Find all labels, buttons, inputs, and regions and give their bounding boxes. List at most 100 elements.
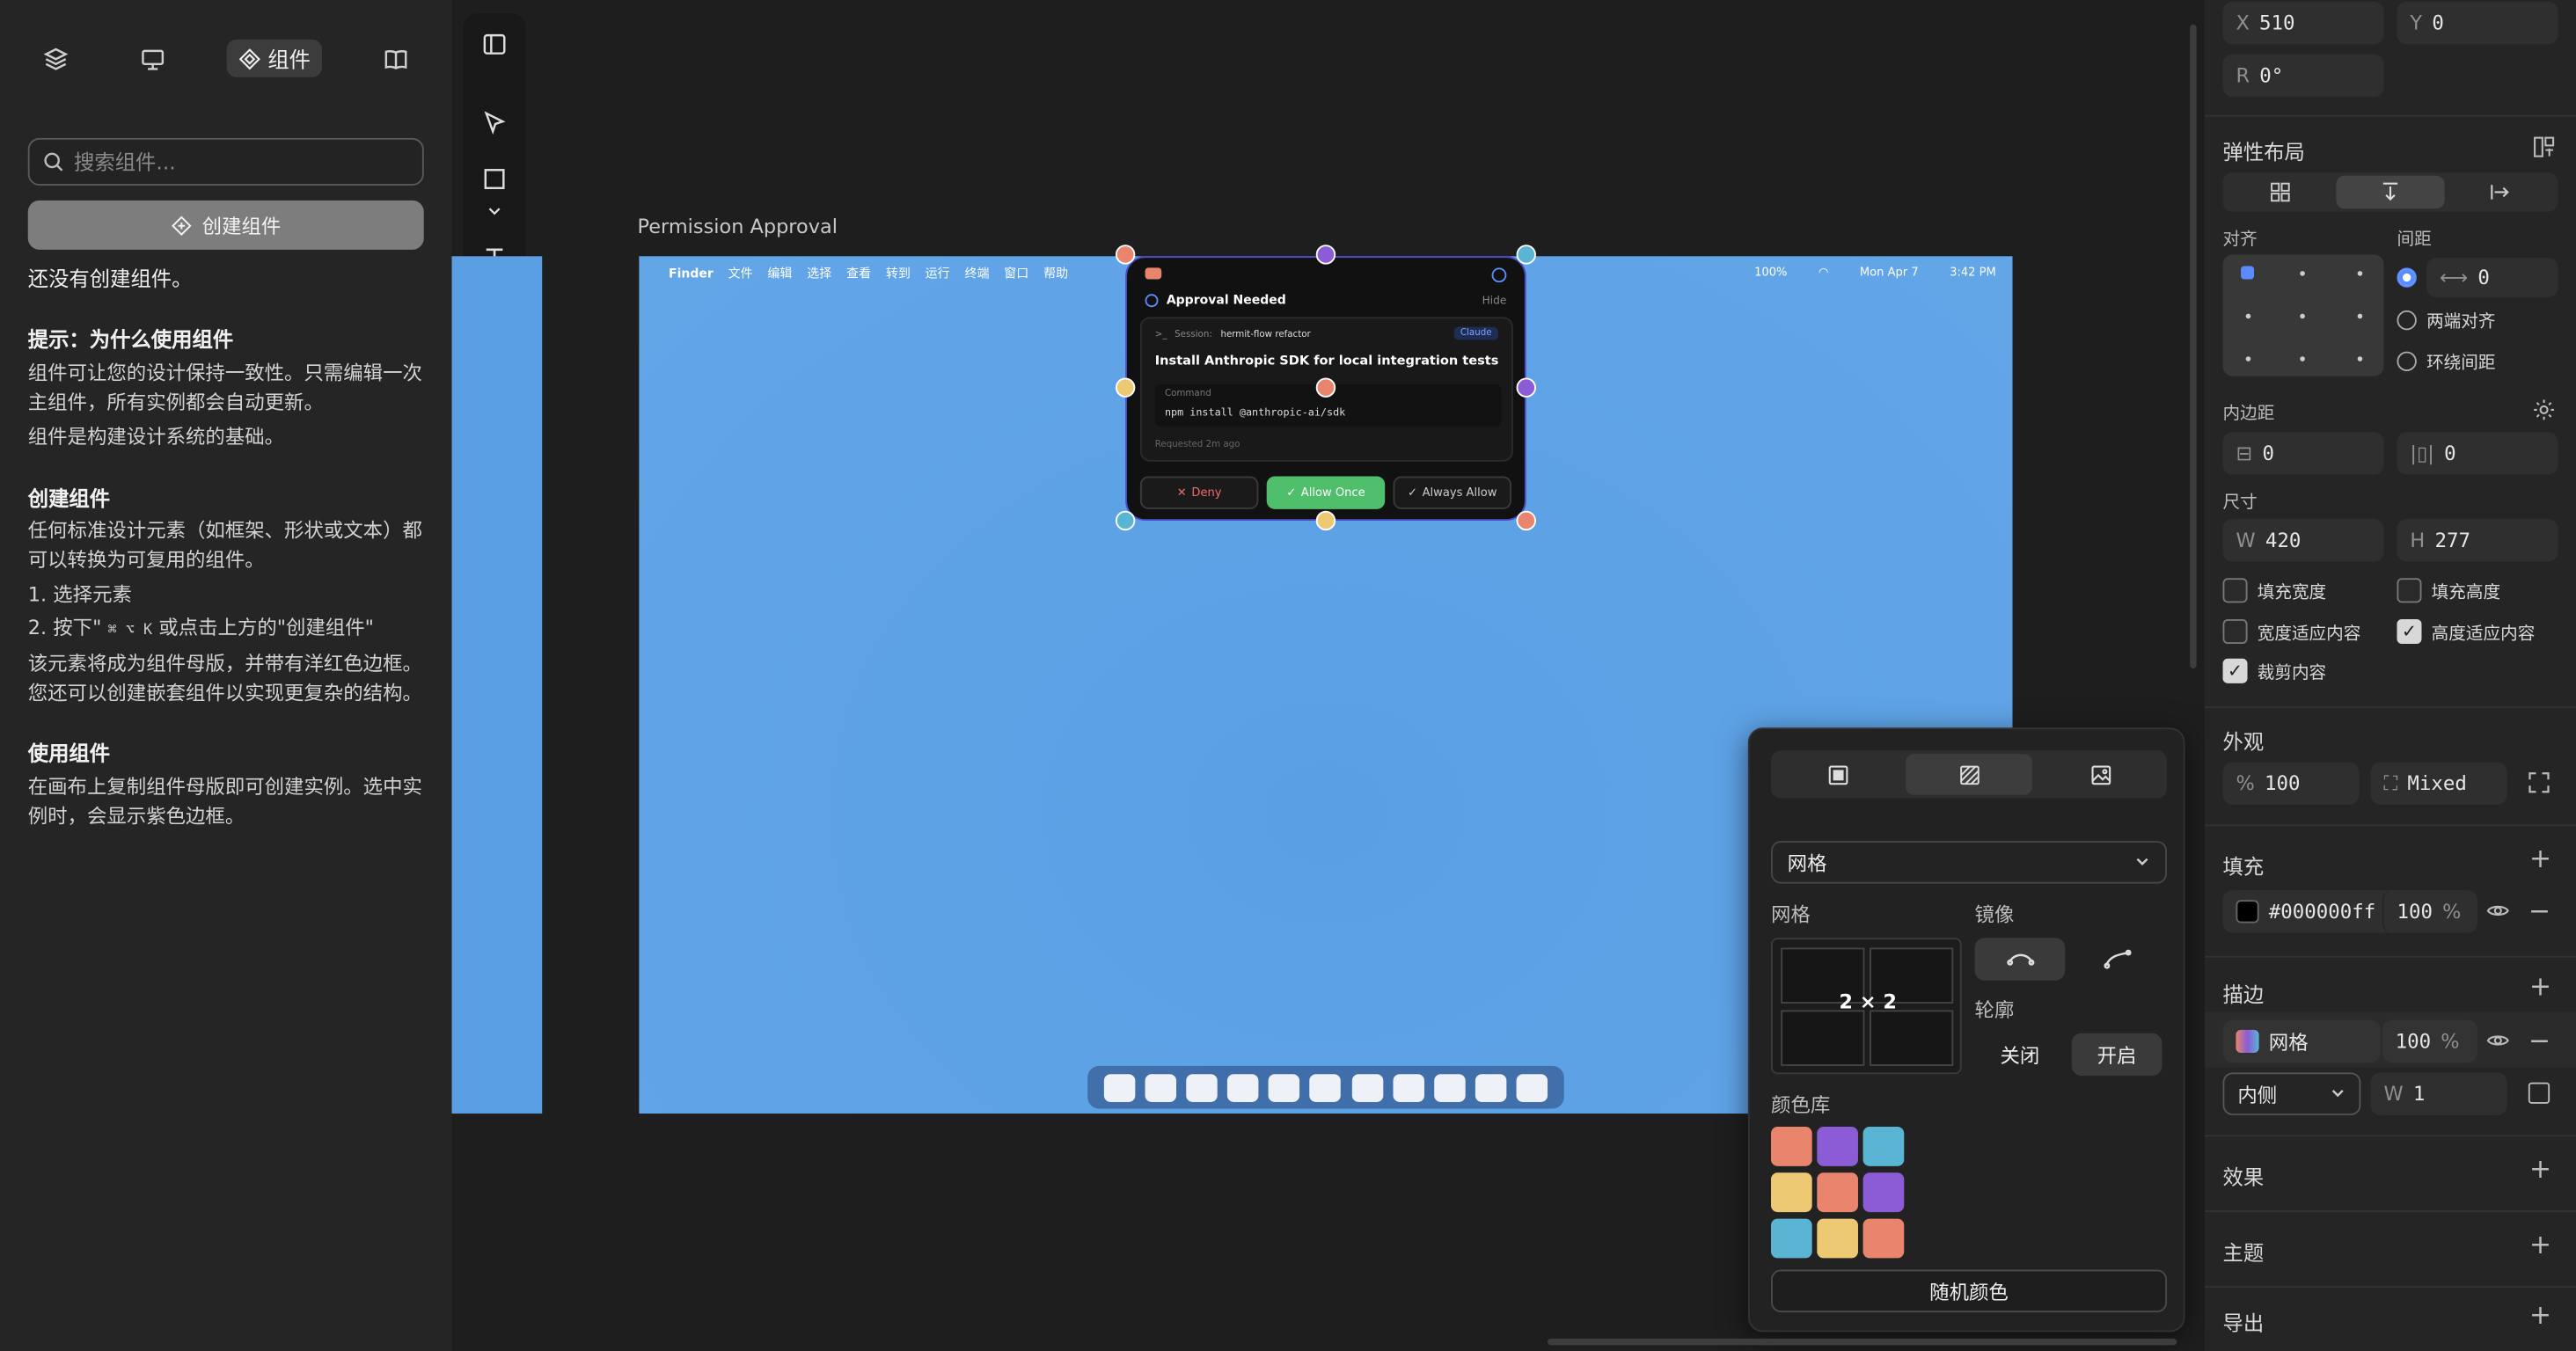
resize-handle-top-right[interactable] <box>1516 245 1536 265</box>
add-fill-icon[interactable]: + <box>2529 843 2551 873</box>
horizontal-direction-option[interactable] <box>2446 176 2554 208</box>
shape-menu-toggle[interactable] <box>472 201 517 223</box>
frame-label[interactable]: Permission Approval <box>638 215 838 238</box>
resize-handle-bottom[interactable] <box>1315 510 1336 531</box>
component-search[interactable] <box>27 137 424 186</box>
resize-handle-left[interactable] <box>1115 377 1136 398</box>
hide-link[interactable]: Hide <box>1482 294 1507 307</box>
palette-swatch[interactable] <box>1771 1172 1812 1213</box>
hug-height-checkbox[interactable]: ✓ <box>2397 618 2422 645</box>
add-export-icon[interactable]: + <box>2529 1299 2551 1330</box>
gap-fixed-radio[interactable] <box>2397 267 2417 288</box>
tab-components[interactable]: 组件 <box>226 39 323 77</box>
resize-handle-right[interactable] <box>1516 377 1536 398</box>
opacity-input[interactable]: % 100 <box>2222 762 2360 806</box>
fill-height-checkbox[interactable] <box>2397 578 2422 603</box>
padding-vertical-input[interactable]: |▯| 0 <box>2397 432 2558 475</box>
palette-swatch[interactable] <box>1771 1127 1812 1166</box>
stroke-pattern-input[interactable]: 网格 <box>2222 1019 2381 1063</box>
random-colors-button[interactable]: 随机颜色 <box>1771 1269 2168 1313</box>
grid-size-picker[interactable]: 2 × 2 <box>1771 938 1962 1075</box>
adjacent-frame-strip[interactable] <box>451 256 543 1114</box>
resize-handle-top-left[interactable] <box>1115 245 1136 265</box>
space-around-radio[interactable] <box>2397 351 2417 372</box>
stroke-sides-icon[interactable] <box>2528 1082 2550 1104</box>
align-bottom-center[interactable] <box>2300 356 2305 361</box>
always-allow-button[interactable]: ✓ Always Allow <box>1393 476 1511 509</box>
search-input[interactable] <box>74 149 403 174</box>
canvas-vertical-scrollbar[interactable] <box>2190 25 2197 669</box>
y-position-input[interactable]: Y0 <box>2397 1 2558 45</box>
remove-fill-icon[interactable]: − <box>2528 895 2550 926</box>
align-middle-right[interactable] <box>2357 313 2363 319</box>
select-tool[interactable] <box>472 100 517 146</box>
canvas-horizontal-scrollbar[interactable] <box>1548 1338 2177 1346</box>
grid-cell[interactable] <box>1870 1010 1954 1066</box>
fill-visibility-icon[interactable] <box>2485 898 2510 929</box>
pattern-select[interactable]: 网格 <box>1771 841 2168 884</box>
add-effect-icon[interactable]: + <box>2529 1153 2551 1184</box>
align-top-center[interactable] <box>2300 271 2305 276</box>
stroke-visibility-icon[interactable] <box>2485 1028 2510 1059</box>
gap-input[interactable]: ⟷ 0 <box>2426 258 2558 297</box>
presentation-icon[interactable] <box>128 40 178 79</box>
mirror-vertical-button[interactable] <box>2072 938 2163 981</box>
rectangle-tool[interactable] <box>472 156 517 201</box>
x-position-input[interactable]: X 510 <box>2222 1 2384 45</box>
fill-color-swatch[interactable] <box>2236 900 2259 924</box>
grid-cell[interactable] <box>1781 1010 1865 1066</box>
pattern-fill-option[interactable] <box>1906 754 2032 795</box>
fill-opacity-input[interactable]: 100% <box>2382 890 2477 933</box>
rotation-input[interactable]: R 0° <box>2222 54 2384 98</box>
align-top-right[interactable] <box>2357 271 2363 276</box>
hug-width-checkbox[interactable] <box>2222 618 2248 645</box>
grid-direction-option[interactable] <box>2226 176 2334 208</box>
palette-swatch[interactable] <box>1817 1127 1858 1166</box>
justify-radio[interactable] <box>2397 310 2417 331</box>
deny-button[interactable]: ✕ Deny <box>1139 476 1259 509</box>
book-icon[interactable] <box>371 40 421 79</box>
padding-settings-icon[interactable] <box>2532 398 2557 428</box>
corner-radius-input[interactable]: ⛶ Mixed <box>2370 762 2507 806</box>
padding-horizontal-input[interactable]: ⊟ 0 <box>2222 432 2384 475</box>
solid-fill-option[interactable] <box>1775 754 1901 795</box>
stroke-width-input[interactable]: W1 <box>2370 1072 2507 1115</box>
independent-corners-icon[interactable] <box>2527 770 2551 801</box>
palette-swatch[interactable] <box>1862 1127 1905 1166</box>
align-bottom-left[interactable] <box>2245 356 2251 361</box>
layers-icon[interactable] <box>31 40 80 79</box>
add-theme-icon[interactable]: + <box>2529 1229 2551 1260</box>
stroke-opacity-input[interactable]: 100% <box>2382 1019 2477 1063</box>
layout-toggle-icon[interactable] <box>2532 135 2557 165</box>
create-component-button[interactable]: 创建组件 <box>27 200 424 250</box>
palette-swatch[interactable] <box>1817 1218 1858 1259</box>
fill-width-checkbox[interactable] <box>2222 578 2248 603</box>
allow-once-button[interactable]: ✓ Allow Once <box>1266 476 1386 509</box>
remove-stroke-icon[interactable]: − <box>2528 1025 2550 1055</box>
height-input[interactable]: H 277 <box>2397 519 2558 562</box>
outline-on-button[interactable]: 开启 <box>2071 1033 2163 1077</box>
palette-swatch[interactable] <box>1862 1218 1905 1259</box>
align-middle-center[interactable] <box>2300 313 2305 319</box>
palette-swatch[interactable] <box>1862 1172 1905 1213</box>
toggle-sidebar-tool[interactable] <box>472 21 517 67</box>
outline-off-button[interactable]: 关闭 <box>1975 1033 2066 1077</box>
width-input[interactable]: W 420 <box>2222 519 2384 562</box>
stroke-pattern-swatch[interactable] <box>2236 1029 2259 1053</box>
align-bottom-right[interactable] <box>2357 356 2363 361</box>
mirror-horizontal-button[interactable] <box>1974 938 2066 981</box>
add-stroke-icon[interactable]: + <box>2529 971 2551 1002</box>
image-fill-option[interactable] <box>2038 754 2164 795</box>
palette-swatch[interactable] <box>1817 1172 1858 1213</box>
clip-content-checkbox[interactable]: ✓ <box>2222 658 2248 683</box>
stroke-position-select[interactable]: 内侧 <box>2222 1072 2361 1115</box>
align-top-left[interactable] <box>2241 266 2255 280</box>
alignment-grid[interactable] <box>2222 254 2384 376</box>
palette-swatch[interactable] <box>1771 1218 1812 1259</box>
resize-handle-bottom-left[interactable] <box>1115 510 1136 531</box>
resize-handle-bottom-right[interactable] <box>1516 510 1536 531</box>
align-middle-left[interactable] <box>2245 313 2251 319</box>
resize-handle-center[interactable] <box>1315 377 1336 398</box>
vertical-direction-option[interactable] <box>2336 175 2445 209</box>
resize-handle-top[interactable] <box>1315 245 1336 265</box>
